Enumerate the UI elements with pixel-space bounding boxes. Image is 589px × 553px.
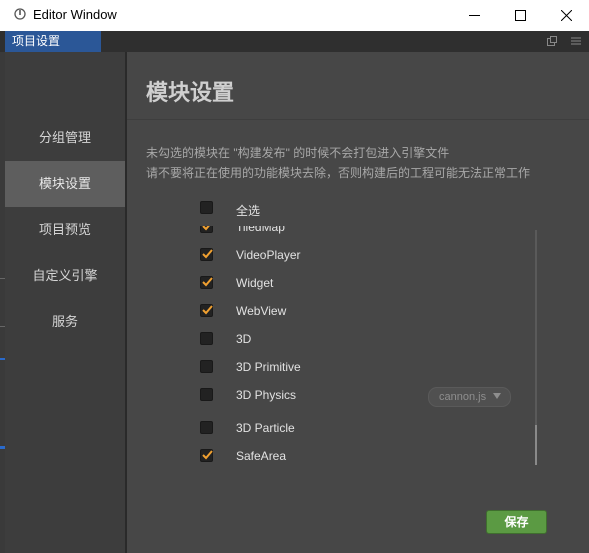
window-title: Editor Window [33,7,117,22]
module-checkbox-3d-primitive[interactable] [200,360,213,373]
select-all-label: 全选 [236,204,261,218]
module-label-tiledmap: TiledMap [236,226,285,234]
module-checkbox-3d[interactable] [200,332,213,345]
maximize-button[interactable] [497,0,543,31]
module-label-videoplayer: VideoPlayer [236,248,301,262]
module-label-widget: Widget [236,276,274,290]
module-checkbox-widget[interactable] [200,276,213,289]
select-all-checkbox[interactable] [200,201,213,214]
module-list[interactable]: TiledMap [127,226,537,526]
module-label-webview: WebView [236,304,287,318]
module-label-3d-primitive: 3D Primitive [236,360,301,374]
save-button[interactable]: 保存 [486,510,547,534]
scrollbar-thumb[interactable] [535,425,537,465]
maximize-icon [514,10,526,21]
module-label-3d-physics: 3D Physics [236,388,297,402]
module-checkbox-tiledmap[interactable] [200,226,213,233]
module-settings-panel: 模块设置 未勾选的模块在 "构建发布" 的时候不会打包进入引擎文件 请不要将正在… [127,52,589,553]
checkmark-icon [202,305,213,315]
module-checkbox-3d-physics[interactable] [200,388,213,401]
module-label-safearea: SafeArea [236,449,287,463]
minimize-icon [468,15,480,16]
sidebar-item-custom-engine[interactable]: 自定义引擎 [5,253,125,299]
checkmark-icon [202,450,213,460]
sidebar-item-project-preview[interactable]: 项目预览 [5,207,125,253]
tab-project-settings[interactable]: 项目设置 [5,31,101,52]
page-title: 模块设置 [146,80,235,105]
checkmark-icon [202,226,210,231]
sidebar-item-services[interactable]: 服务 [5,299,125,345]
module-label-3d: 3D [236,332,252,346]
module-checkbox-videoplayer[interactable] [200,248,213,261]
app-logo-icon [14,8,26,20]
module-checkbox-safearea[interactable] [200,449,213,462]
menu-icon[interactable] [570,35,582,47]
chevron-down-icon [493,393,501,399]
page-header: 模块设置 [127,52,589,120]
sidebar-item-group-management[interactable]: 分组管理 [5,115,125,161]
panel-tabbar: 项目设置 [0,31,589,53]
sidebar-item-module-settings[interactable]: 模块设置 [5,161,125,207]
close-icon [560,10,572,21]
physics-engine-select[interactable]: cannon.js [428,387,511,407]
physics-engine-value: cannon.js [439,391,487,403]
checkmark-icon [202,249,213,259]
description-line-2: 请不要将正在使用的功能模块去除，否则构建后的工程可能无法正常工作 [146,166,531,180]
window-titlebar: Editor Window [0,0,589,31]
module-checkbox-3d-particle[interactable] [200,421,213,434]
settings-sidebar: 分组管理 模块设置 项目预览 自定义引擎 服务 [5,52,125,553]
description-line-1: 未勾选的模块在 "构建发布" 的时候不会打包进入引擎文件 [146,146,450,160]
checkmark-icon [202,277,213,287]
popout-icon[interactable] [546,35,558,47]
module-checkbox-webview[interactable] [200,304,213,317]
close-button[interactable] [543,0,589,31]
minimize-button[interactable] [451,0,497,31]
module-label-3d-particle: 3D Particle [236,421,295,435]
